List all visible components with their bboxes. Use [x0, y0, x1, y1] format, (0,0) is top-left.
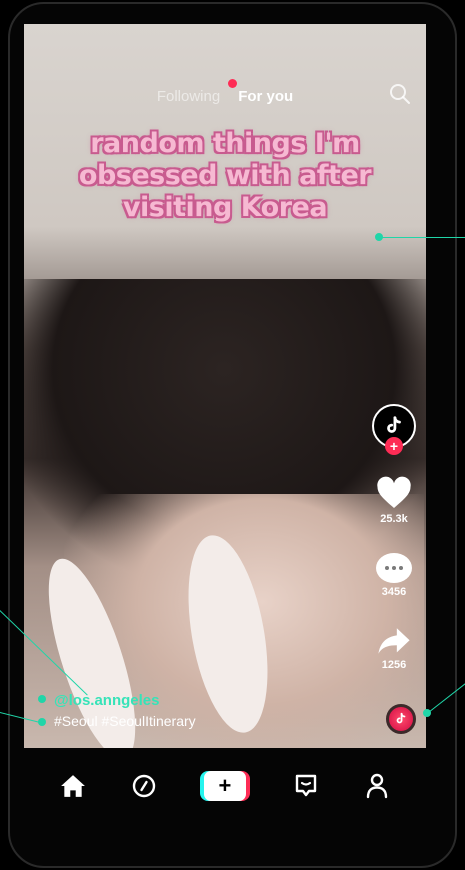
heart-icon — [377, 476, 411, 508]
callout-marker — [38, 695, 46, 703]
inbox-icon — [295, 774, 316, 797]
share-button[interactable]: 1256 — [377, 626, 411, 671]
nav-discover[interactable] — [129, 771, 159, 801]
create-button[interactable]: + — [199, 771, 250, 801]
creator-avatar[interactable]: + — [372, 404, 416, 455]
music-disc[interactable] — [386, 704, 416, 734]
person-icon — [366, 773, 387, 799]
comment-icon — [376, 553, 412, 583]
video-caption-overlay: random things I'm obsessed with after vi… — [34, 128, 416, 224]
hashtag-list: #Seoul #SeoulItinerary — [54, 713, 196, 729]
nav-home[interactable] — [58, 771, 88, 801]
compass-icon — [132, 774, 156, 798]
caption-line: obsessed with after — [78, 160, 372, 191]
nav-inbox[interactable] — [291, 771, 321, 801]
comment-button[interactable]: 3456 — [376, 553, 412, 598]
like-button[interactable]: 25.3k — [376, 476, 412, 525]
tiktok-logo-icon — [387, 416, 401, 433]
creator-username[interactable]: @los.anngeles — [54, 692, 160, 709]
comment-count: 3456 — [381, 586, 407, 598]
search-icon[interactable] — [388, 82, 412, 106]
hashtag[interactable]: #Seoul — [54, 713, 98, 729]
plus-icon: + — [203, 771, 246, 801]
callout-line — [380, 237, 465, 238]
tab-following[interactable]: Following — [157, 88, 220, 105]
share-count: 1256 — [381, 659, 407, 671]
music-note-icon — [396, 712, 406, 724]
feed-tabs: Following For you — [24, 84, 426, 108]
caption-line: random things I'm — [90, 128, 360, 159]
caption-line: visiting Korea — [122, 192, 328, 223]
share-icon — [378, 628, 410, 654]
hashtag[interactable]: #SeoulItinerary — [101, 713, 195, 729]
home-icon — [61, 775, 86, 797]
tab-for-you[interactable]: For you — [238, 88, 293, 105]
nav-profile[interactable] — [362, 771, 392, 801]
bottom-navigation: + — [24, 748, 426, 824]
like-count: 25.3k — [380, 513, 408, 525]
follow-button[interactable]: + — [385, 437, 403, 455]
video-player[interactable]: Following For you random things I'm obse… — [24, 24, 426, 748]
action-rail: + 25.3k 3456 1256 — [370, 404, 418, 671]
